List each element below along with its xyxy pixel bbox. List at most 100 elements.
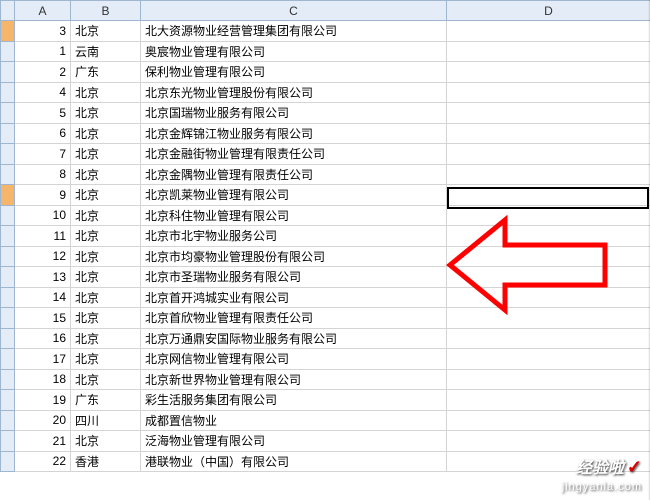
cell[interactable]: 北京科住物业管理有限公司 <box>141 205 447 226</box>
cell[interactable] <box>447 185 650 206</box>
cell[interactable]: 北京 <box>71 82 141 103</box>
cell[interactable] <box>447 287 650 308</box>
cell[interactable]: 18 <box>15 369 71 390</box>
cell[interactable]: 北京金融街物业管理有限责任公司 <box>141 144 447 165</box>
row-indicator[interactable] <box>1 123 15 144</box>
cell[interactable]: 北京市均豪物业管理股份有限公司 <box>141 246 447 267</box>
cell[interactable]: 北京金辉锦江物业服务有限公司 <box>141 123 447 144</box>
cell[interactable]: 北京东光物业管理股份有限公司 <box>141 82 447 103</box>
cell[interactable]: 北京市圣瑞物业服务有限公司 <box>141 267 447 288</box>
cell[interactable] <box>447 267 650 288</box>
cell[interactable]: 北京首欣物业管理有限责任公司 <box>141 308 447 329</box>
row-indicator[interactable] <box>1 451 15 472</box>
cell[interactable]: 5 <box>15 103 71 124</box>
cell[interactable] <box>447 62 650 83</box>
cell[interactable]: 8 <box>15 164 71 185</box>
cell[interactable]: 广东 <box>71 62 141 83</box>
cell[interactable]: 19 <box>15 390 71 411</box>
row-indicator[interactable] <box>1 369 15 390</box>
cell[interactable]: 广东 <box>71 390 141 411</box>
cell[interactable]: 北京 <box>71 226 141 247</box>
cell[interactable]: 17 <box>15 349 71 370</box>
cell[interactable] <box>447 308 650 329</box>
col-header-c[interactable]: C <box>141 1 447 21</box>
row-indicator[interactable] <box>1 246 15 267</box>
cell[interactable]: 13 <box>15 267 71 288</box>
row-indicator[interactable] <box>1 205 15 226</box>
cell[interactable]: 北京 <box>71 144 141 165</box>
cell[interactable]: 北京凯莱物业管理有限公司 <box>141 185 447 206</box>
cell[interactable]: 9 <box>15 185 71 206</box>
cell[interactable]: 云南 <box>71 41 141 62</box>
cell[interactable]: 北京 <box>71 328 141 349</box>
row-indicator[interactable] <box>1 328 15 349</box>
cell[interactable]: 6 <box>15 123 71 144</box>
cell[interactable]: 北大资源物业经营管理集团有限公司 <box>141 21 447 42</box>
row-indicator[interactable] <box>1 82 15 103</box>
cell[interactable] <box>447 390 650 411</box>
cell[interactable]: 北京 <box>71 308 141 329</box>
cell[interactable]: 北京 <box>71 164 141 185</box>
cell[interactable]: 四川 <box>71 410 141 431</box>
cell[interactable]: 14 <box>15 287 71 308</box>
cell[interactable]: 香港 <box>71 451 141 472</box>
cell[interactable]: 北京新世界物业管理有限公司 <box>141 369 447 390</box>
cell[interactable]: 北京金隅物业管理有限责任公司 <box>141 164 447 185</box>
row-indicator[interactable] <box>1 410 15 431</box>
cell[interactable]: 北京国瑞物业服务有限公司 <box>141 103 447 124</box>
cell[interactable]: 北京网信物业管理有限公司 <box>141 349 447 370</box>
cell[interactable]: 北京 <box>71 246 141 267</box>
row-indicator[interactable] <box>1 431 15 452</box>
cell[interactable]: 北京 <box>71 369 141 390</box>
cell[interactable]: 北京 <box>71 205 141 226</box>
cell[interactable]: 泛海物业管理有限公司 <box>141 431 447 452</box>
cell[interactable] <box>447 144 650 165</box>
cell[interactable] <box>447 226 650 247</box>
row-indicator[interactable] <box>1 62 15 83</box>
cell[interactable] <box>447 21 650 42</box>
cell[interactable]: 北京首开鸿城实业有限公司 <box>141 287 447 308</box>
cell[interactable]: 20 <box>15 410 71 431</box>
cell[interactable]: 15 <box>15 308 71 329</box>
cell[interactable]: 北京 <box>71 123 141 144</box>
row-indicator[interactable] <box>1 308 15 329</box>
row-indicator[interactable] <box>1 41 15 62</box>
cell[interactable]: 港联物业（中国）有限公司 <box>141 451 447 472</box>
cell[interactable]: 彩生活服务集团有限公司 <box>141 390 447 411</box>
cell[interactable]: 北京 <box>71 185 141 206</box>
col-header-b[interactable]: B <box>71 1 141 21</box>
cell[interactable]: 10 <box>15 205 71 226</box>
cell[interactable] <box>447 369 650 390</box>
cell[interactable] <box>447 328 650 349</box>
cell[interactable] <box>447 103 650 124</box>
cell[interactable]: 北京 <box>71 349 141 370</box>
cell[interactable]: 北京市北宇物业服务公司 <box>141 226 447 247</box>
cell[interactable] <box>447 164 650 185</box>
cell[interactable] <box>447 431 650 452</box>
cell[interactable]: 北京 <box>71 103 141 124</box>
cell[interactable]: 北京万通鼎安国际物业服务有限公司 <box>141 328 447 349</box>
cell[interactable] <box>447 410 650 431</box>
cell[interactable] <box>447 123 650 144</box>
row-indicator[interactable] <box>1 185 15 206</box>
row-indicator[interactable] <box>1 287 15 308</box>
cell[interactable]: 成都置信物业 <box>141 410 447 431</box>
cell[interactable] <box>447 205 650 226</box>
cell[interactable]: 3 <box>15 21 71 42</box>
cell[interactable] <box>447 349 650 370</box>
cell[interactable] <box>447 41 650 62</box>
cell[interactable]: 16 <box>15 328 71 349</box>
cell[interactable] <box>447 82 650 103</box>
row-indicator[interactable] <box>1 144 15 165</box>
col-header-d[interactable]: D <box>447 1 650 21</box>
cell[interactable]: 4 <box>15 82 71 103</box>
select-all-corner[interactable] <box>1 1 15 21</box>
cell[interactable]: 7 <box>15 144 71 165</box>
row-indicator[interactable] <box>1 164 15 185</box>
cell[interactable]: 北京 <box>71 267 141 288</box>
row-indicator[interactable] <box>1 390 15 411</box>
cell[interactable] <box>447 246 650 267</box>
cell[interactable]: 北京 <box>71 431 141 452</box>
cell[interactable]: 11 <box>15 226 71 247</box>
cell[interactable]: 22 <box>15 451 71 472</box>
